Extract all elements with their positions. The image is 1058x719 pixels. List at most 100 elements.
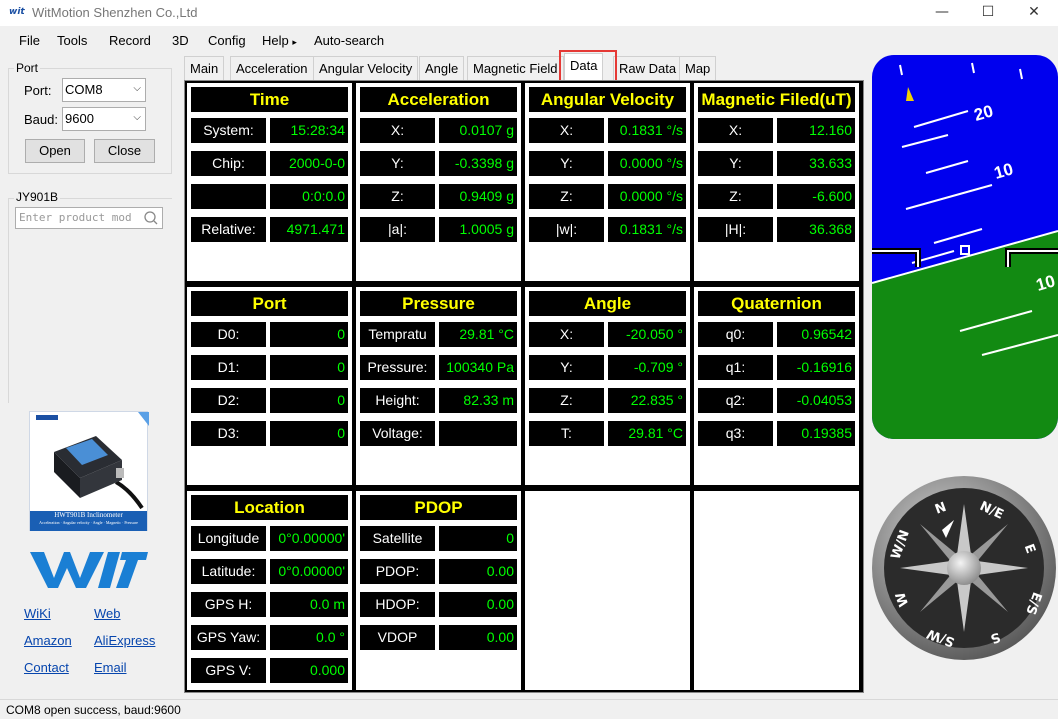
location-label: GPS H: bbox=[191, 592, 266, 617]
port-value: 0 bbox=[270, 388, 348, 413]
pdop-value: 0.00 bbox=[439, 592, 517, 617]
angular-velocity-value: 0.0000 °/s bbox=[608, 184, 686, 209]
pressure-value: 29.81 °C bbox=[439, 322, 517, 347]
wiki-link[interactable]: WiKi bbox=[24, 606, 51, 621]
tab-map[interactable]: Map bbox=[679, 56, 717, 80]
app-logo-icon: wit bbox=[9, 7, 25, 17]
menu-file[interactable]: File bbox=[19, 33, 40, 48]
wit-logo: WIT bbox=[30, 552, 148, 590]
chevron-down-icon: ⌵ bbox=[133, 112, 141, 123]
status-text: COM8 open success, baud:9600 bbox=[6, 703, 181, 717]
search-icon[interactable] bbox=[143, 210, 159, 226]
location-value: 0.000 bbox=[270, 658, 348, 683]
pressure-value bbox=[439, 421, 517, 446]
product-search-input[interactable]: Enter product mod bbox=[15, 207, 163, 229]
acceleration-value: 1.0005 g bbox=[439, 217, 517, 242]
angular-velocity-label: Y: bbox=[529, 151, 604, 176]
panel-title: Location bbox=[191, 495, 348, 520]
active-tab-highlight bbox=[559, 50, 617, 83]
submenu-arrow-icon: ▸ bbox=[292, 37, 297, 47]
location-label: GPS Yaw: bbox=[191, 625, 266, 650]
time-value: 15:28:34 bbox=[270, 118, 348, 143]
magnetic-value: 12.160 bbox=[777, 118, 855, 143]
port-label: D3: bbox=[191, 421, 266, 446]
quaternion-value: -0.16916 bbox=[777, 355, 855, 380]
tab-main[interactable]: Main bbox=[184, 56, 225, 80]
menu-3d[interactable]: 3D bbox=[172, 33, 189, 48]
angle-label: Y: bbox=[529, 355, 604, 380]
acceleration-value: -0.3398 g bbox=[439, 151, 517, 176]
time-label: Chip: bbox=[191, 151, 266, 176]
quaternion-label: q1: bbox=[698, 355, 773, 380]
menu-auto-search[interactable]: Auto-search bbox=[314, 33, 384, 48]
time-value: 2000-0-0 bbox=[270, 151, 348, 176]
quaternion-value: -0.04053 bbox=[777, 388, 855, 413]
angle-value: -20.050 ° bbox=[608, 322, 686, 347]
angular-velocity-panel: Angular Velocity X: 0.1831 °/s Y: 0.0000… bbox=[525, 83, 690, 281]
port-panel: Port D0: 0 D1: 0 D2: 0 D3: 0 bbox=[187, 287, 352, 485]
minimize-button[interactable]: — bbox=[919, 0, 965, 26]
wit-logo-text: WIT bbox=[30, 588, 32, 590]
menu-config[interactable]: Config bbox=[208, 33, 246, 48]
aliexpress-link[interactable]: AliExpress bbox=[94, 633, 155, 648]
location-value: 0.0 m bbox=[270, 592, 348, 617]
quaternion-label: q0: bbox=[698, 322, 773, 347]
email-link[interactable]: Email bbox=[94, 660, 127, 675]
acceleration-label: X: bbox=[360, 118, 435, 143]
product-group-label: JY901B bbox=[14, 190, 61, 204]
baud-select-value: 9600 bbox=[65, 111, 94, 126]
angular-velocity-label: Z: bbox=[529, 184, 604, 209]
location-label: GPS V: bbox=[191, 658, 266, 683]
acceleration-panel: Acceleration X: 0.0107 g Y: -0.3398 g Z:… bbox=[356, 83, 521, 281]
contact-link[interactable]: Contact bbox=[24, 660, 69, 675]
status-bar: COM8 open success, baud:9600 bbox=[0, 699, 1058, 719]
panel-title: Time bbox=[191, 87, 348, 112]
location-panel: Location Longitude 0°0.00000' Latitude: … bbox=[187, 491, 352, 690]
time-panel: Time System: 15:28:34 Chip: 2000-0-0 0:0… bbox=[187, 83, 352, 281]
time-value: 0:0:0.0 bbox=[270, 184, 348, 209]
magnetic-value: -6.600 bbox=[777, 184, 855, 209]
menu-record[interactable]: Record bbox=[109, 33, 151, 48]
product-caption: HWT901B Inclinometer Acceleration · Angu… bbox=[30, 511, 147, 531]
close-window-button[interactable]: ✕ bbox=[1011, 0, 1057, 26]
quaternion-value: 0.96542 bbox=[777, 322, 855, 347]
pdop-label: HDOP: bbox=[360, 592, 435, 617]
tab-raw-data[interactable]: Raw Data bbox=[613, 56, 683, 80]
open-button[interactable]: Open bbox=[25, 139, 85, 163]
tab-acceleration[interactable]: Acceleration bbox=[230, 56, 314, 80]
time-value: 4971.471 bbox=[270, 217, 348, 242]
baud-label: Baud: bbox=[24, 112, 58, 127]
baud-select[interactable]: 9600 ⌵ bbox=[62, 107, 146, 131]
port-label: D0: bbox=[191, 322, 266, 347]
amazon-link[interactable]: Amazon bbox=[24, 633, 72, 648]
pressure-panel: Pressure Tempratu 29.81 °C Pressure: 100… bbox=[356, 287, 521, 485]
acceleration-label: |a|: bbox=[360, 217, 435, 242]
tab-magnetic-field[interactable]: Magnetic Field bbox=[467, 56, 564, 80]
quaternion-label: q3: bbox=[698, 421, 773, 446]
close-button[interactable]: Close bbox=[94, 139, 155, 163]
angle-label: T: bbox=[529, 421, 604, 446]
product-image: HWT901B Inclinometer Acceleration · Angu… bbox=[29, 411, 149, 531]
maximize-button[interactable]: ☐ bbox=[965, 0, 1011, 26]
pdop-panel: PDOP Satellite 0 PDOP: 0.00 HDOP: 0.00 V… bbox=[356, 491, 521, 690]
tab-angle[interactable]: Angle bbox=[419, 56, 465, 80]
port-select[interactable]: COM8 ⌵ bbox=[62, 78, 146, 102]
web-link[interactable]: Web bbox=[94, 606, 121, 621]
quaternion-label: q2: bbox=[698, 388, 773, 413]
panel-title: Acceleration bbox=[360, 87, 517, 112]
angle-value: 29.81 °C bbox=[608, 421, 686, 446]
acceleration-value: 0.0107 g bbox=[439, 118, 517, 143]
tab-angular-velocity[interactable]: Angular Velocity bbox=[313, 56, 419, 80]
port-label: D2: bbox=[191, 388, 266, 413]
menu-help[interactable]: Help ▸ bbox=[262, 33, 297, 48]
magnetic-label: X: bbox=[698, 118, 773, 143]
title-bar: wit WitMotion Shenzhen Co.,Ltd — ☐ ✕ bbox=[0, 0, 1058, 26]
port-label: Port: bbox=[24, 83, 52, 98]
angular-velocity-value: 0.1831 °/s bbox=[608, 118, 686, 143]
quaternion-panel: Quaternion q0: 0.96542 q1: -0.16916 q2: … bbox=[694, 287, 859, 485]
angle-label: X: bbox=[529, 322, 604, 347]
port-value: 0 bbox=[270, 355, 348, 380]
window-title: WitMotion Shenzhen Co.,Ltd bbox=[32, 5, 198, 20]
location-value: 0.0 ° bbox=[270, 625, 348, 650]
menu-tools[interactable]: Tools bbox=[57, 33, 87, 48]
